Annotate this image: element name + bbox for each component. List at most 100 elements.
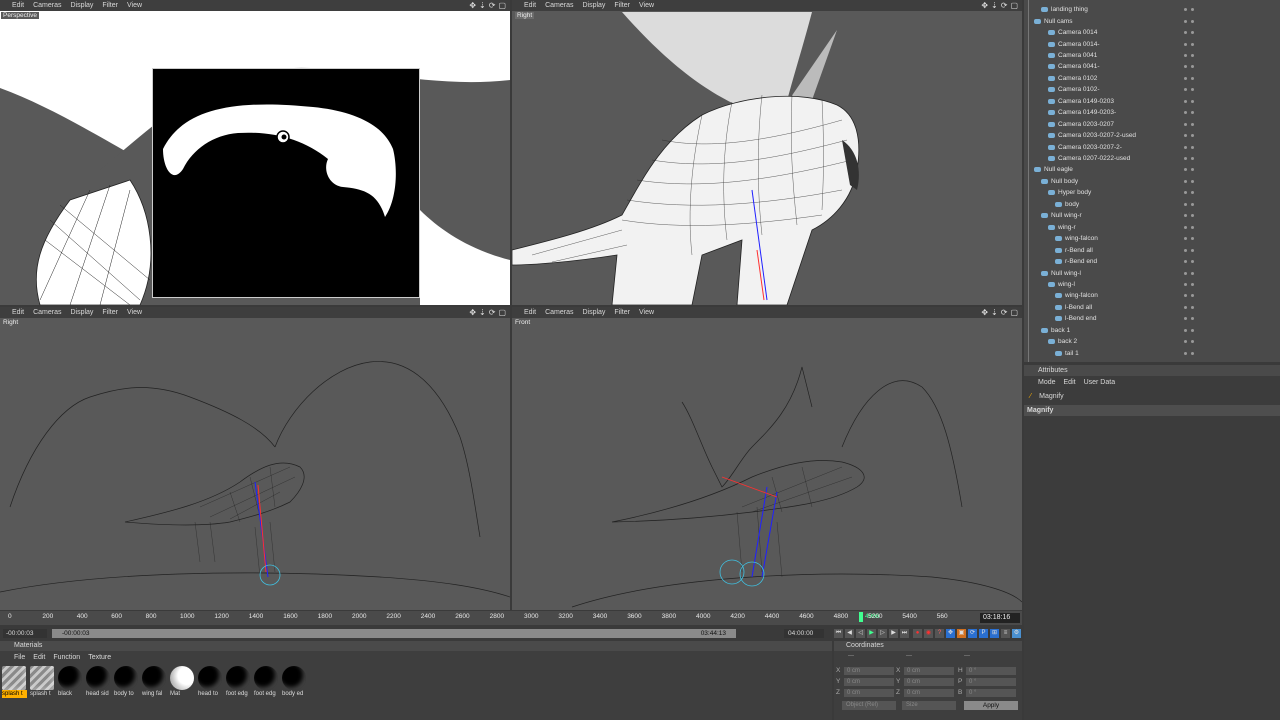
coord-input[interactable]: 0 ° [966, 678, 1016, 686]
viewport-right-top[interactable]: Right Edit Cameras Display Filter View ✥… [512, 0, 1022, 305]
visibility-dots[interactable] [1184, 111, 1194, 115]
visibility-dots[interactable] [1184, 340, 1194, 344]
menu-edit[interactable]: Edit [524, 2, 536, 9]
viewport-nav-icons[interactable]: ✥ ⇣ ⟳ ▢ [469, 307, 506, 318]
rotate-key-icon[interactable]: ⟳ [968, 629, 977, 638]
menu-view[interactable]: View [127, 2, 142, 9]
visibility-dots[interactable] [1184, 88, 1194, 92]
object-row[interactable]: body [1024, 199, 1280, 210]
visibility-dots[interactable] [1184, 191, 1194, 195]
menu-view[interactable]: View [639, 309, 654, 316]
menu-user-data[interactable]: User Data [1084, 377, 1116, 388]
menu-filter[interactable]: Filter [614, 309, 630, 316]
object-row[interactable]: wing-falcon [1024, 290, 1280, 301]
visibility-dots[interactable] [1184, 134, 1194, 138]
object-row[interactable]: Camera 0203-0207-2-used [1024, 130, 1280, 141]
visibility-dots[interactable] [1184, 76, 1194, 80]
material-swatch[interactable]: Mat [170, 666, 195, 698]
timeline-menu-icon[interactable]: ≡ [1001, 629, 1010, 638]
end-time-field[interactable]: 04:00:00 [784, 629, 824, 638]
visibility-dots[interactable] [1184, 19, 1194, 23]
start-time-field[interactable]: -00:00:03 [3, 629, 47, 638]
object-row[interactable]: wing-falcon [1024, 233, 1280, 244]
go-end-button[interactable]: ⏭ [900, 629, 909, 638]
menu-edit[interactable]: Edit [1064, 377, 1076, 388]
menu-filter[interactable]: Filter [102, 2, 118, 9]
visibility-dots[interactable] [1184, 271, 1194, 275]
material-swatch[interactable]: body to [114, 666, 139, 698]
range-slider[interactable]: -00:00:03 03:44:13 [52, 629, 736, 638]
visibility-dots[interactable] [1184, 294, 1194, 298]
visibility-dots[interactable] [1184, 237, 1194, 241]
menu-cameras[interactable]: Cameras [33, 2, 61, 9]
visibility-dots[interactable] [1184, 122, 1194, 126]
coord-input[interactable]: 0 cm [844, 689, 894, 697]
visibility-dots[interactable] [1184, 168, 1194, 172]
next-frame-button[interactable]: ▷ [878, 629, 887, 638]
viewport-nav-icons[interactable]: ✥ ⇣ ⟳ ▢ [981, 307, 1018, 318]
object-row[interactable]: wing-r [1024, 222, 1280, 233]
visibility-dots[interactable] [1184, 53, 1194, 57]
object-row[interactable]: Null body [1024, 176, 1280, 187]
object-row[interactable]: r-Bend end [1024, 256, 1280, 267]
coord-input[interactable]: 0 cm [904, 689, 954, 697]
object-row[interactable]: Camera 0102- [1024, 84, 1280, 95]
visibility-dots[interactable] [1184, 260, 1194, 264]
visibility-dots[interactable] [1184, 351, 1194, 355]
object-row[interactable]: back 2 [1024, 336, 1280, 347]
coord-input[interactable]: 0 ° [966, 667, 1016, 675]
menu-edit[interactable]: Edit [12, 2, 24, 9]
menu-edit[interactable]: Edit [33, 652, 45, 663]
prev-frame-button[interactable]: ◁ [856, 629, 865, 638]
visibility-dots[interactable] [1184, 179, 1194, 183]
material-swatch[interactable]: head sid [86, 666, 111, 698]
material-swatch[interactable]: wing fal [142, 666, 167, 698]
next-key-button[interactable]: ▶ [889, 629, 898, 638]
current-frame-marker[interactable] [859, 612, 863, 622]
object-row[interactable]: wing-l [1024, 279, 1280, 290]
object-row[interactable]: Camera 0203-0207-2- [1024, 141, 1280, 152]
record-icon[interactable]: ● [913, 629, 922, 638]
object-row[interactable]: Camera 0102 [1024, 73, 1280, 84]
viewport-front[interactable]: Front Edit Cameras Display Filter View ✥… [512, 307, 1022, 610]
visibility-dots[interactable] [1184, 305, 1194, 309]
go-start-button[interactable]: ⏮ [834, 629, 843, 638]
visibility-dots[interactable] [1184, 328, 1194, 332]
coord-input[interactable]: 0 ° [966, 689, 1016, 697]
scale-key-icon[interactable]: ▣ [957, 629, 966, 638]
coordinate-size-select[interactable]: Size [902, 701, 956, 710]
object-row[interactable]: Camera 0149-0203- [1024, 107, 1280, 118]
material-swatch[interactable]: foot edg [226, 666, 251, 698]
visibility-dots[interactable] [1184, 145, 1194, 149]
autokey-icon[interactable]: ◉ [924, 629, 933, 638]
object-row[interactable]: Camera 0203-0207 [1024, 119, 1280, 130]
apply-button[interactable]: Apply [964, 701, 1018, 710]
object-row[interactable]: Camera 0014- [1024, 38, 1280, 49]
object-row[interactable]: Hyper body [1024, 187, 1280, 198]
visibility-dots[interactable] [1184, 42, 1194, 46]
viewport-right-bottom[interactable]: Right Edit Cameras Display Filter View ✥… [0, 307, 510, 610]
menu-texture[interactable]: Texture [88, 652, 111, 663]
material-swatch[interactable]: head to [198, 666, 223, 698]
menu-display[interactable]: Display [582, 309, 605, 316]
object-row[interactable]: Null eagle [1024, 164, 1280, 175]
menu-edit[interactable]: Edit [12, 309, 24, 316]
visibility-dots[interactable] [1184, 157, 1194, 161]
object-row[interactable]: Camera 0041- [1024, 61, 1280, 72]
object-row[interactable]: Null cams [1024, 15, 1280, 26]
material-swatch[interactable]: splash t [30, 666, 55, 698]
object-row[interactable]: landing thing [1024, 4, 1280, 15]
material-swatch[interactable]: splash t [2, 666, 27, 698]
object-row[interactable]: tail 1 [1024, 348, 1280, 359]
menu-file[interactable]: File [14, 652, 25, 663]
menu-display[interactable]: Display [582, 2, 605, 9]
play-button[interactable]: ▶ [867, 629, 876, 638]
menu-filter[interactable]: Filter [102, 309, 118, 316]
coord-input[interactable]: 0 cm [844, 667, 894, 675]
move-key-icon[interactable]: ✥ [946, 629, 955, 638]
viewport-perspective[interactable]: Perspective Edit Cameras Display Filter … [0, 0, 510, 305]
coordinate-mode-select[interactable]: Object (Rel) [842, 701, 896, 710]
viewport-nav-icons[interactable]: ✥ ⇣ ⟳ ▢ [981, 0, 1018, 11]
material-swatch[interactable]: foot edg [254, 666, 279, 698]
menu-cameras[interactable]: Cameras [545, 309, 573, 316]
